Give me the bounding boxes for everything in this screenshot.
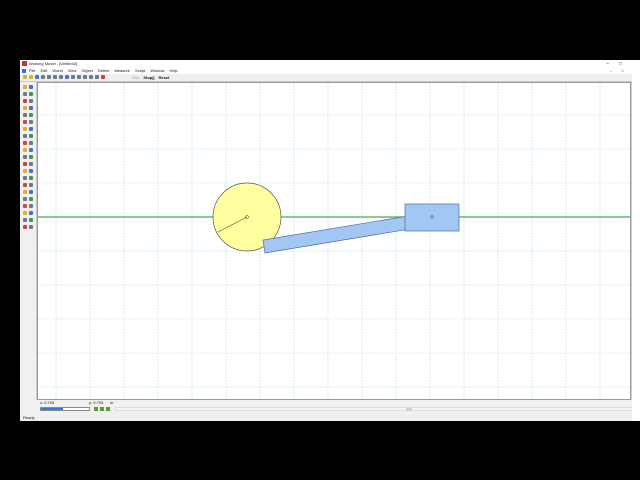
tape-progress: [41, 408, 63, 410]
save-icon[interactable]: [35, 75, 39, 79]
palette-tool-icon[interactable]: [29, 85, 33, 89]
open-icon[interactable]: [29, 75, 33, 79]
toolbar: Run Stop|| Reset: [20, 74, 637, 82]
paste-icon[interactable]: [59, 75, 63, 79]
palette-tool-icon[interactable]: [23, 120, 27, 124]
palette-tool-icon[interactable]: [23, 204, 27, 208]
connecting-rod[interactable]: [262, 215, 411, 254]
palette-tool-icon[interactable]: [29, 183, 33, 187]
palette-tool-icon[interactable]: [23, 148, 27, 152]
palette-tool-icon[interactable]: [23, 99, 27, 103]
palette-tool-icon[interactable]: [23, 190, 27, 194]
tool-palette: [21, 82, 37, 400]
palette-tool-icon[interactable]: [29, 218, 33, 222]
window-title: Working Model - [Untitled2]: [29, 61, 78, 66]
fit-icon[interactable]: [101, 75, 105, 79]
cut-icon[interactable]: [47, 75, 51, 79]
palette-tool-icon[interactable]: [29, 148, 33, 152]
status-text: Ready: [23, 415, 35, 420]
palette-tool-icon[interactable]: [29, 176, 33, 180]
title-bar: Working Model - [Untitled2] – □ ×: [20, 60, 637, 68]
print-icon[interactable]: [41, 75, 45, 79]
tape-step-icon[interactable]: [100, 407, 104, 411]
horizontal-scroll-thumb[interactable]: [406, 408, 412, 411]
status-bar: Ready: [20, 414, 637, 421]
horizontal-scrollbar[interactable]: [115, 407, 635, 411]
tape-forward-icon[interactable]: [106, 407, 110, 411]
scene-svg[interactable]: [38, 83, 631, 400]
app-window: Working Model - [Untitled2] – □ × File E…: [20, 60, 637, 421]
palette-tool-icon[interactable]: [23, 225, 27, 229]
run-button[interactable]: Run: [132, 74, 139, 81]
palette-tool-icon[interactable]: [29, 127, 33, 131]
tape-track[interactable]: [40, 407, 90, 411]
stop-button[interactable]: Stop||: [143, 74, 154, 81]
undo-icon[interactable]: [65, 75, 69, 79]
palette-tool-icon[interactable]: [23, 183, 27, 187]
palette-tool-icon[interactable]: [29, 134, 33, 138]
palette-tool-icon[interactable]: [29, 197, 33, 201]
zoom-in-icon[interactable]: [89, 75, 93, 79]
palette-tool-icon[interactable]: [23, 85, 27, 89]
palette-tool-icon[interactable]: [23, 134, 27, 138]
palette-tool-icon[interactable]: [29, 141, 33, 145]
text-icon[interactable]: [83, 75, 87, 79]
palette-tool-icon[interactable]: [29, 162, 33, 166]
palette-tool-icon[interactable]: [29, 204, 33, 208]
palette-tool-icon[interactable]: [23, 197, 27, 201]
simulation-canvas[interactable]: [37, 82, 631, 400]
palette-tool-icon[interactable]: [23, 211, 27, 215]
palette-tool-icon[interactable]: [29, 99, 33, 103]
palette-tool-icon[interactable]: [29, 155, 33, 159]
app-icon: [22, 61, 27, 66]
palette-tool-icon[interactable]: [29, 113, 33, 117]
palette-tool-icon[interactable]: [23, 169, 27, 173]
slider-block[interactable]: [404, 203, 460, 232]
tape-back-icon[interactable]: [94, 407, 98, 411]
palette-tool-icon[interactable]: [23, 141, 27, 145]
window-edge: [632, 60, 640, 421]
palette-tool-icon[interactable]: [29, 120, 33, 124]
palette-tool-icon[interactable]: [29, 211, 33, 215]
rotate-icon[interactable]: [77, 75, 81, 79]
maximize-button[interactable]: □: [619, 60, 622, 68]
palette-tool-icon[interactable]: [23, 155, 27, 159]
zoom-out-icon[interactable]: [95, 75, 99, 79]
palette-tool-icon[interactable]: [29, 106, 33, 110]
minimize-button[interactable]: –: [606, 60, 609, 68]
pointer-icon[interactable]: [71, 75, 75, 79]
palette-tool-icon[interactable]: [29, 169, 33, 173]
palette-tool-icon[interactable]: [23, 176, 27, 180]
reset-button[interactable]: Reset: [158, 74, 169, 81]
palette-tool-icon[interactable]: [23, 127, 27, 131]
tape-player: [37, 406, 637, 413]
palette-tool-icon[interactable]: [23, 92, 27, 96]
palette-tool-icon[interactable]: [23, 113, 27, 117]
palette-tool-icon[interactable]: [29, 190, 33, 194]
palette-tool-icon[interactable]: [23, 106, 27, 110]
copy-icon[interactable]: [53, 75, 57, 79]
document-icon[interactable]: [22, 69, 26, 73]
new-icon[interactable]: [23, 75, 27, 79]
palette-tool-icon[interactable]: [29, 225, 33, 229]
palette-tool-icon[interactable]: [23, 162, 27, 166]
palette-tool-icon[interactable]: [29, 92, 33, 96]
palette-tool-icon[interactable]: [23, 218, 27, 222]
